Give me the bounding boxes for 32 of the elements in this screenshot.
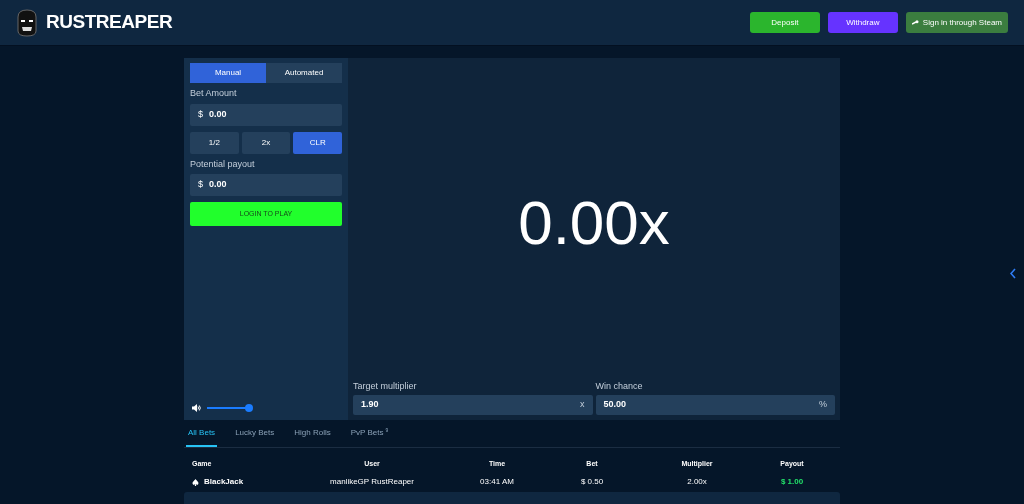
multiplier-display: 0.00x	[518, 187, 670, 260]
bets-tab[interactable]: High Rolls	[292, 420, 333, 447]
table-cell-text: 03:41 AM	[479, 476, 515, 488]
table-cell-text: $ 1.00	[779, 476, 805, 488]
bets-tab[interactable]: PvP Bets $^{9}$	[348, 420, 391, 447]
table-cell-text: $ 0.50	[579, 476, 605, 488]
bet-adjust-button[interactable]: 2x	[241, 131, 291, 154]
mode-tab[interactable]: Automated	[266, 63, 342, 83]
win-chance-field[interactable]: 50.00 %	[595, 395, 835, 415]
logo-text: RUSTREAPER	[46, 10, 173, 35]
table-cell: BlackJack	[204, 476, 244, 488]
bet-adjust-button[interactable]: CLR	[293, 131, 342, 154]
table-cell-text: manlikeGP RustReaper	[329, 476, 415, 488]
field-label: Bet Amount	[190, 87, 238, 100]
chevron-left-icon[interactable]	[1010, 268, 1016, 279]
field-label: Potential payout	[190, 157, 256, 171]
bet-adjust-button[interactable]: 1/2	[190, 131, 239, 154]
mode-tab[interactable]: Manual	[190, 63, 266, 83]
payout-field: $ 0.00	[190, 174, 342, 196]
speaker-icon[interactable]	[192, 404, 201, 412]
field-label: Target multiplier	[353, 379, 418, 393]
field-label: Win chance	[595, 379, 644, 393]
spade-icon	[192, 478, 199, 486]
bets-tab[interactable]: All Bets	[186, 420, 218, 447]
steam-button[interactable]: Sign in through Steam	[905, 12, 1008, 33]
bets-tab[interactable]: Lucky Bets	[233, 420, 277, 447]
skull-mask-logo-icon	[16, 8, 38, 37]
steam-icon	[911, 19, 919, 26]
withdraw-button[interactable]: Withdraw	[827, 12, 898, 33]
target-multiplier-field[interactable]: 1.90 x	[353, 395, 593, 415]
bet-amount-field[interactable]: $ 0.00	[190, 103, 342, 126]
table-cell-text: 2.00x	[686, 476, 708, 488]
